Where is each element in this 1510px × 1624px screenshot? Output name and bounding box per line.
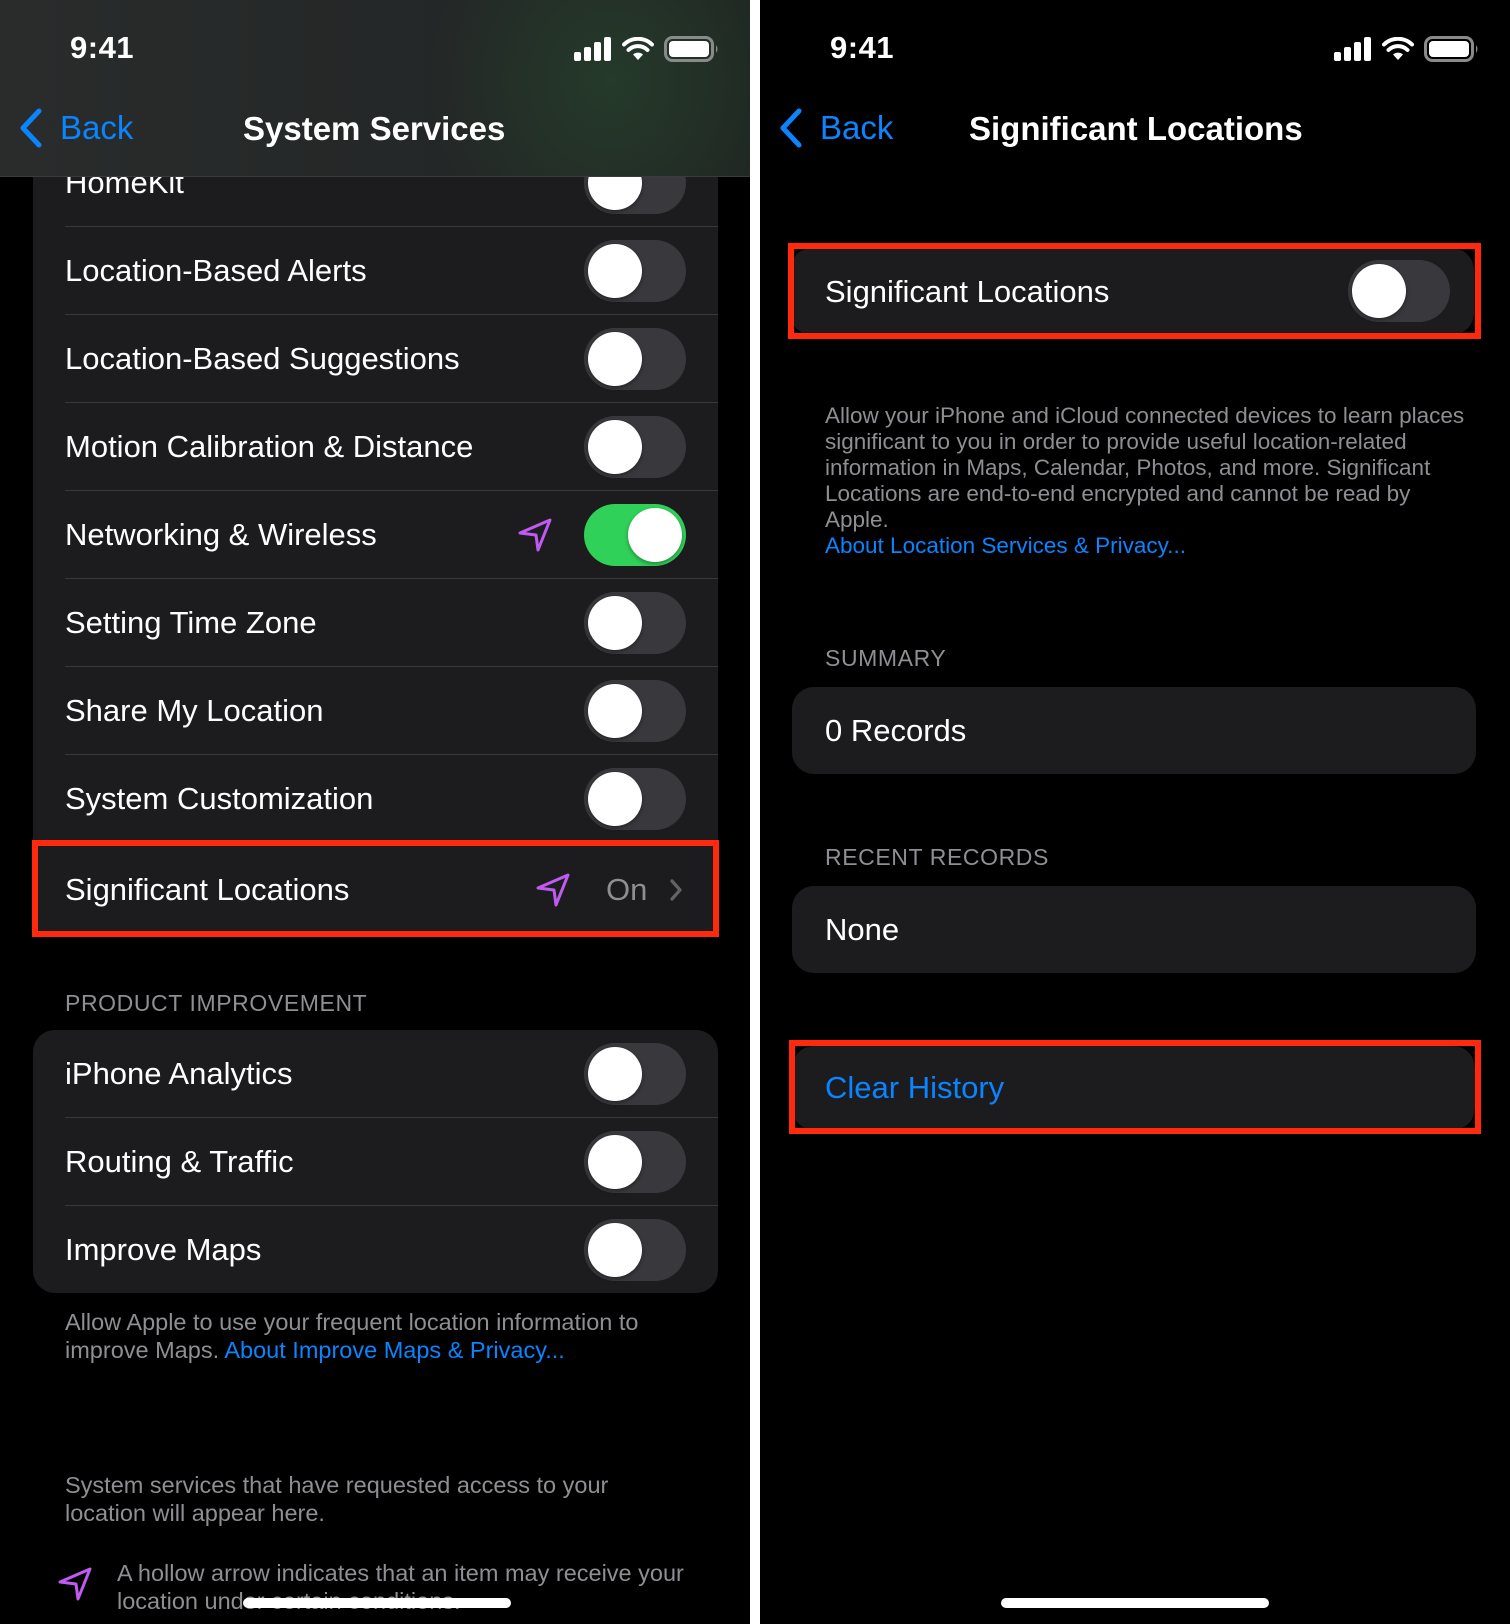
section-header-summary: SUMMARY	[825, 645, 947, 671]
toggle-knob	[588, 596, 642, 650]
row-label: Motion Calibration & Distance	[65, 429, 474, 464]
description-text: Allow your iPhone and iCloud connected d…	[825, 403, 1465, 532]
toggle-knob	[588, 1223, 642, 1277]
back-label: Back	[820, 109, 894, 146]
nav-bar-background	[0, 0, 750, 177]
toggle-knob	[588, 332, 642, 386]
back-button[interactable]: Back	[18, 108, 133, 148]
row-label: Improve Maps	[65, 1232, 262, 1267]
section-header-recent-records: RECENT RECORDS	[825, 844, 1049, 870]
system-services-list: HomeKit Location-Based Alerts Location-Bas…	[33, 96, 718, 937]
about-location-services-link[interactable]: About Location Services & Privacy...	[825, 533, 1186, 558]
highlight-clear-history	[789, 1040, 1481, 1134]
toggle-knob	[588, 1047, 642, 1101]
status-icons	[574, 36, 720, 62]
status-icons	[1334, 36, 1480, 62]
settings-row: Routing & Traffic	[33, 1118, 718, 1206]
row-toggle[interactable]	[584, 240, 686, 302]
toggle-knob	[628, 508, 682, 562]
summary-card: 0 Records	[792, 687, 1476, 774]
chevron-left-icon	[20, 108, 42, 148]
toggle-knob	[588, 684, 642, 738]
row-label: iPhone Analytics	[65, 1056, 293, 1091]
row-label: Location-Based Suggestions	[65, 341, 460, 376]
row-toggle[interactable]	[584, 1131, 686, 1193]
settings-row: Location-Based Suggestions	[33, 315, 718, 403]
row-toggle[interactable]	[584, 592, 686, 654]
row-label: System Customization	[65, 781, 374, 816]
settings-row: iPhone Analytics	[33, 1030, 718, 1118]
row-label: Setting Time Zone	[65, 605, 317, 640]
settings-row: Motion Calibration & Distance	[33, 403, 718, 491]
summary-value: 0 Records	[825, 712, 967, 748]
back-button[interactable]: Back	[778, 108, 893, 148]
section-header-product-improvement: PRODUCT IMPROVEMENT	[65, 990, 368, 1016]
summary-row: 0 Records	[792, 687, 1476, 774]
about-improve-maps-link[interactable]: About Improve Maps & Privacy...	[224, 1337, 564, 1363]
significant-locations-description: Allow your iPhone and iCloud connected d…	[825, 403, 1465, 559]
row-label: Routing & Traffic	[65, 1144, 294, 1179]
highlight-significant-locations	[32, 840, 719, 937]
product-improvement-list: iPhone Analytics Routing & Traffic Improve…	[33, 1030, 718, 1293]
settings-row: System Customization	[33, 755, 718, 843]
status-time: 9:41	[70, 30, 135, 65]
settings-row: Share My Location	[33, 667, 718, 755]
toggle-knob	[588, 244, 642, 298]
system-services-note: System services that have requested acce…	[65, 1472, 609, 1526]
settings-row: Networking & Wireless	[33, 491, 718, 579]
panel-divider	[750, 0, 760, 1624]
cellular-signal-icon	[1334, 37, 1371, 61]
row-label: Share My Location	[65, 693, 324, 728]
settings-row: Setting Time Zone	[33, 579, 718, 667]
home-indicator[interactable]	[1001, 1598, 1269, 1608]
row-toggle[interactable]	[584, 768, 686, 830]
status-time: 9:41	[830, 30, 895, 65]
chevron-left-icon	[780, 108, 802, 148]
settings-row: Location-Based Alerts	[33, 227, 718, 315]
row-toggle[interactable]	[584, 504, 686, 566]
battery-icon	[664, 36, 718, 62]
hollow-location-arrow-icon	[58, 1567, 92, 1601]
wifi-icon	[1382, 37, 1414, 60]
back-label: Back	[60, 109, 134, 146]
recent-records-row: None	[792, 886, 1476, 973]
significant-locations-screen: 9:41 Back Significant Locations Signific…	[760, 0, 1510, 1624]
row-toggle[interactable]	[584, 416, 686, 478]
highlight-significant-locations-toggle	[788, 243, 1481, 339]
row-label: Networking & Wireless	[65, 517, 377, 552]
battery-icon	[1424, 36, 1478, 62]
toggle-knob	[588, 772, 642, 826]
wifi-icon	[622, 37, 654, 60]
recent-records-card: None	[792, 886, 1476, 973]
row-toggle[interactable]	[584, 328, 686, 390]
row-toggle[interactable]	[584, 1219, 686, 1281]
system-services-screen: 9:41 Back System Services HomeKit Locatio…	[0, 0, 750, 1624]
cellular-signal-icon	[574, 37, 611, 61]
row-label: Location-Based Alerts	[65, 253, 367, 288]
page-title: Significant Locations	[969, 110, 1303, 147]
page-title: System Services	[243, 110, 506, 147]
toggle-knob	[588, 1135, 642, 1189]
improve-maps-footer: Allow Apple to use your frequent locatio…	[65, 1308, 705, 1364]
recent-records-value: None	[825, 911, 900, 947]
row-toggle[interactable]	[584, 1043, 686, 1105]
home-indicator[interactable]	[243, 1598, 511, 1608]
toggle-knob	[588, 420, 642, 474]
location-arrow-icon	[518, 518, 552, 552]
settings-row: Improve Maps	[33, 1206, 718, 1293]
row-toggle[interactable]	[584, 680, 686, 742]
